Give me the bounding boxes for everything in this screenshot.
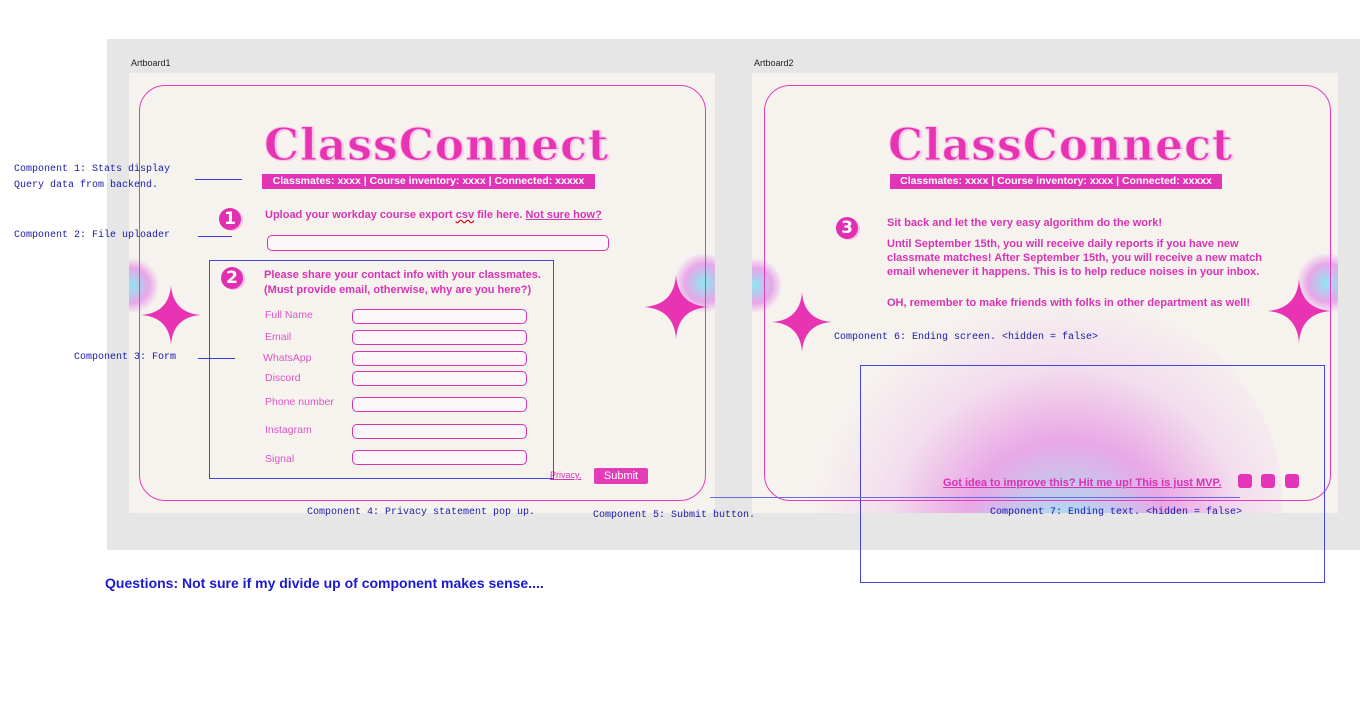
annotation-leader-line	[710, 497, 1240, 498]
artboard2-label: Artboard2	[754, 58, 794, 68]
upload-text-csv: csv	[455, 209, 475, 221]
annotation-leader-line	[198, 358, 235, 359]
submit-button[interactable]: Submit	[594, 468, 648, 484]
form-component-outline	[209, 260, 554, 479]
stats-bar: Classmates: xxxx | Course inventory: xxx…	[262, 174, 595, 189]
artboard1-label: Artboard1	[131, 58, 171, 68]
upload-instruction: Upload your workday course export csv fi…	[265, 209, 602, 221]
annotation-c4: Component 4: Privacy statement pop up.	[307, 507, 536, 518]
annotation-c6: Component 6: Ending screen. <hidden = fa…	[834, 332, 1099, 343]
annotation-c3: Component 3: Form	[74, 352, 177, 363]
ending-line1: Sit back and let the very easy algorithm…	[887, 217, 1163, 229]
privacy-link[interactable]: Privacy.	[550, 470, 581, 480]
ending-component-outline	[860, 365, 1325, 583]
annotation-c1-line2: Query data from backend.	[14, 180, 159, 191]
step-3-badge: 3	[836, 217, 858, 239]
annotation-c7: Component 7: Ending text. <hidden = fals…	[990, 507, 1243, 518]
question-note: Questions: Not sure if my divide up of c…	[105, 575, 544, 591]
file-upload-input[interactable]	[267, 235, 609, 251]
upload-text-after: file here.	[474, 209, 526, 221]
ending-line3: OH, remember to make friends with folks …	[887, 297, 1251, 309]
annotation-leader-line	[195, 179, 242, 180]
annotation-c1-line1: Component 1: Stats display	[14, 164, 171, 175]
ending-paragraph: Until September 15th, you will receive d…	[887, 238, 1262, 278]
annotation-c2: Component 2: File uploader	[14, 230, 171, 241]
stats-bar: Classmates: xxxx | Course inventory: xxx…	[890, 174, 1222, 189]
step-1-badge: 1	[219, 208, 241, 230]
app-title: ClassConnect	[887, 120, 1234, 172]
app-title: ClassConnect	[263, 120, 610, 172]
annotation-leader-line	[198, 236, 232, 237]
annotation-c5: Component 5: Submit button.	[593, 510, 756, 521]
help-link[interactable]: Not sure how?	[525, 209, 601, 221]
upload-text-before: Upload your workday course export	[265, 209, 456, 221]
